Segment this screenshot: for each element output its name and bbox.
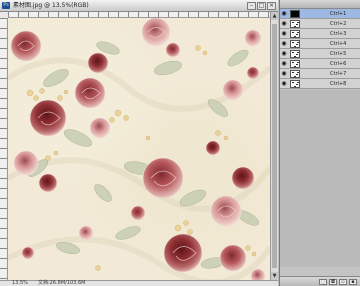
channel-shortcut: Ctrl+1	[330, 11, 347, 17]
channel-shortcut: Ctrl+8	[330, 81, 347, 87]
channel-row[interactable]: ◉ Ctrl+7	[280, 69, 360, 79]
eye-icon[interactable]: ◉	[281, 50, 287, 57]
channel-row[interactable]: ◉ Ctrl+4	[280, 39, 360, 49]
app-icon: Ps	[2, 2, 10, 9]
eye-icon[interactable]: ◉	[281, 20, 287, 27]
delete-channel-icon[interactable]: ▪	[349, 278, 357, 285]
save-selection-icon[interactable]: ◘	[329, 278, 337, 285]
scroll-up-icon[interactable]: ▲	[271, 12, 278, 20]
channel-row[interactable]: ◉ Ctrl+2	[280, 19, 360, 29]
channel-row[interactable]: ◉ Ctrl+8	[280, 79, 360, 89]
window-controls: – □ ×	[247, 2, 276, 10]
channel-row[interactable]: ◉ Ctrl+3	[280, 29, 360, 39]
channel-thumbnail	[290, 70, 300, 78]
canvas[interactable]	[8, 18, 270, 280]
scroll-down-icon[interactable]: ▼	[271, 272, 278, 280]
document-window: Ps 素材图.jpg @ 13.5%(RGB) – □ × ▲ ▼ 13.5% …	[0, 0, 278, 286]
minimize-button[interactable]: –	[247, 2, 256, 10]
maximize-button[interactable]: □	[257, 2, 266, 10]
channels-panel: ◉ Ctrl+1 ◉ Ctrl+2 ◉ Ctrl+3 ◉ Ctrl+4 ◉ Ctrl+5 ◉ Ctrl…	[279, 0, 360, 286]
title-bar[interactable]: Ps 素材图.jpg @ 13.5%(RGB) – □ ×	[0, 0, 278, 12]
channel-shortcut: Ctrl+2	[330, 21, 347, 27]
channel-shortcut: Ctrl+4	[330, 41, 347, 47]
channel-thumbnail	[290, 20, 300, 28]
eye-icon[interactable]: ◉	[281, 30, 287, 37]
channel-shortcut: Ctrl+7	[330, 71, 347, 77]
channel-shortcut: Ctrl+5	[330, 51, 347, 57]
vertical-ruler[interactable]	[0, 18, 8, 280]
new-channel-icon[interactable]: ▫	[339, 278, 347, 285]
panel-footer: ◌ ◘ ▫ ▪	[280, 276, 360, 286]
channel-thumbnail	[290, 40, 300, 48]
channel-row[interactable]: ◉ Ctrl+5	[280, 49, 360, 59]
channel-thumbnail	[290, 50, 300, 58]
eye-icon[interactable]: ◉	[281, 10, 287, 17]
floral-artwork	[8, 18, 270, 280]
channel-thumbnail	[290, 10, 300, 18]
channel-shortcut: Ctrl+6	[330, 61, 347, 67]
close-button[interactable]: ×	[267, 2, 276, 10]
zoom-level[interactable]: 13.5%	[12, 280, 28, 286]
document-title: 素材图.jpg @ 13.5%(RGB)	[13, 2, 89, 9]
eye-icon[interactable]: ◉	[281, 40, 287, 47]
vertical-scrollbar[interactable]: ▲ ▼	[270, 12, 278, 280]
channel-thumbnail	[290, 60, 300, 68]
channel-thumbnail	[290, 30, 300, 38]
channel-row[interactable]: ◉ Ctrl+1	[280, 9, 360, 19]
scroll-thumb[interactable]	[272, 24, 277, 268]
eye-icon[interactable]: ◉	[281, 80, 287, 87]
channel-thumbnail	[290, 80, 300, 88]
document-info[interactable]: 文档:26.8M/103.6M	[38, 280, 85, 286]
eye-icon[interactable]: ◉	[281, 60, 287, 67]
eye-icon[interactable]: ◉	[281, 70, 287, 77]
channel-shortcut: Ctrl+3	[330, 31, 347, 37]
panel-tab-bar[interactable]	[280, 0, 360, 9]
load-selection-icon[interactable]: ◌	[319, 278, 327, 285]
status-bar: 13.5% 文档:26.8M/103.6M	[0, 280, 278, 286]
panel-empty-area	[280, 90, 360, 267]
channel-row[interactable]: ◉ Ctrl+6	[280, 59, 360, 69]
